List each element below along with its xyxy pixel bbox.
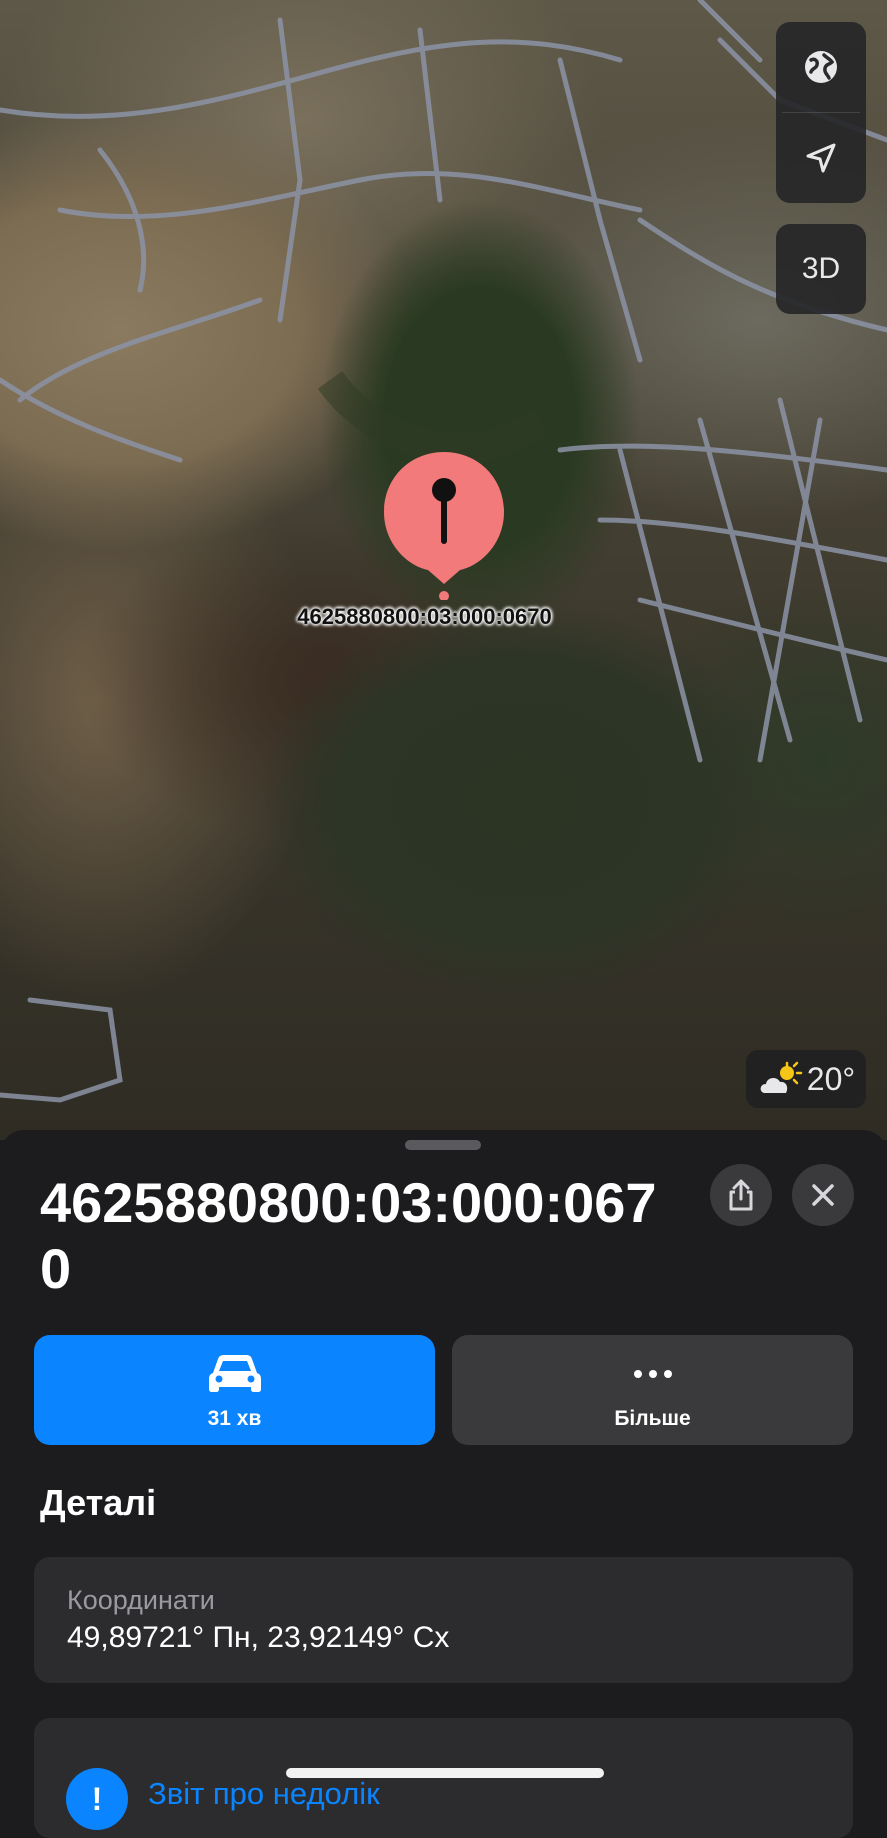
location-arrow-icon bbox=[806, 143, 836, 173]
share-icon bbox=[729, 1179, 753, 1211]
coordinates-label: Координати bbox=[67, 1585, 215, 1615]
current-location-button[interactable] bbox=[776, 113, 866, 203]
globe-button[interactable] bbox=[776, 22, 866, 112]
more-label: Більше bbox=[614, 1407, 691, 1430]
map-3d-group: 3D bbox=[776, 224, 866, 314]
report-issue-icon: ! bbox=[66, 1768, 128, 1830]
close-button[interactable] bbox=[792, 1164, 854, 1226]
coordinates-card[interactable]: Координати 49,89721° Пн, 23,92149° Сх bbox=[34, 1557, 853, 1683]
map-view[interactable]: 3D 4625880800:03:000:0670 20° bbox=[0, 0, 887, 1140]
ellipsis-icon bbox=[633, 1370, 672, 1378]
3d-label: 3D bbox=[801, 252, 841, 285]
share-button[interactable] bbox=[710, 1164, 772, 1226]
close-icon bbox=[812, 1184, 834, 1206]
home-indicator[interactable] bbox=[286, 1768, 604, 1778]
pin-label: 4625880800:03:000:0670 bbox=[297, 604, 552, 629]
report-issue-label: Звіт про недолік bbox=[148, 1776, 380, 1811]
weather-badge: 20° bbox=[746, 1050, 866, 1108]
coordinates-value: 49,89721° Пн, 23,92149° Сх bbox=[67, 1621, 450, 1654]
location-pin-marker[interactable] bbox=[382, 450, 506, 600]
place-card-sheet: 4625880800:03:000:0670 31 хв Більше Дета… bbox=[0, 1130, 887, 1838]
details-heading: Деталі bbox=[40, 1482, 157, 1523]
report-issue-row[interactable]: ! Звіт про недолік bbox=[34, 1718, 853, 1838]
place-title: 4625880800:03:000:0670 bbox=[40, 1171, 657, 1300]
3d-toggle-button[interactable]: 3D bbox=[776, 224, 866, 314]
more-button[interactable]: Більше bbox=[452, 1335, 853, 1445]
car-icon bbox=[208, 1355, 261, 1392]
directions-button[interactable]: 31 хв bbox=[34, 1335, 435, 1445]
partly-sunny-icon bbox=[760, 1061, 803, 1093]
map-controls-group bbox=[776, 22, 866, 203]
temperature-text: 20° bbox=[806, 1060, 856, 1097]
globe-icon bbox=[805, 51, 837, 83]
sheet-grabber[interactable] bbox=[405, 1140, 481, 1150]
directions-label: 31 хв bbox=[207, 1407, 262, 1430]
